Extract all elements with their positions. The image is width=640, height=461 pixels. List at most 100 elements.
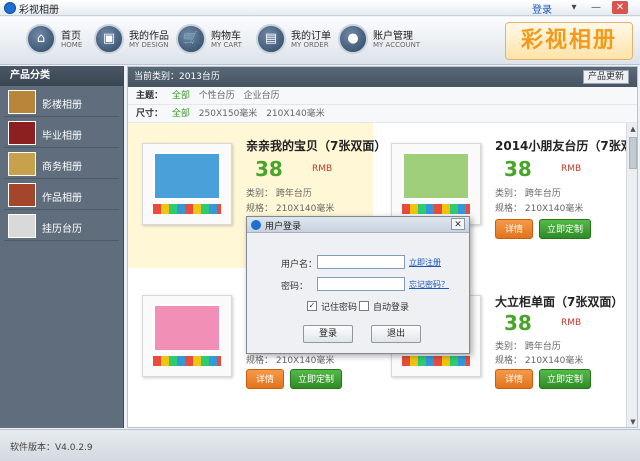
menu-dropdown-icon[interactable]: ▾ (566, 1, 582, 14)
brand-logo: 彩视相册 (505, 22, 633, 60)
sidebar-item-calendar[interactable]: 挂历台历 (4, 211, 119, 241)
vertical-scrollbar[interactable]: ▲ ▼ (626, 123, 637, 427)
calendar-strip (402, 356, 470, 366)
sidebar-item-label: 影楼相册 (42, 100, 82, 111)
password-label: 密码： (281, 282, 309, 292)
status-bar: 软件版本：V4.0.2.9 (0, 429, 640, 461)
filter-option[interactable]: 个性台历 (199, 91, 235, 101)
product-spec: 规格： 210X140毫米 (246, 204, 335, 214)
remember-password-checkbox[interactable]: ✓ (307, 301, 317, 311)
theme-filter: 主题： 全部 个性台历 企业台历 (128, 87, 637, 105)
product-image[interactable] (142, 143, 232, 225)
detail-button[interactable]: 详情 (246, 369, 284, 389)
price-unit: RMB (312, 164, 333, 174)
username-input[interactable] (317, 255, 405, 269)
calendar-strip (153, 204, 221, 214)
product-update-button[interactable]: 产品更新 (582, 70, 629, 84)
product-price: 38 (504, 157, 532, 181)
scroll-down-icon[interactable]: ▼ (627, 416, 637, 427)
nav-label: 购物车 (211, 31, 241, 42)
detail-button[interactable]: 详情 (495, 369, 533, 389)
dialog-title: 用户登录 (265, 222, 302, 232)
exit-button[interactable]: 退出 (371, 325, 421, 343)
product-category: 类别： 跨年台历 (246, 189, 312, 199)
product-spec: 规格： 210X140毫米 (495, 204, 584, 214)
filter-option[interactable]: 250X150毫米 (199, 109, 258, 119)
forgot-password-link[interactable]: 忘记密码？ (409, 279, 449, 290)
close-button[interactable]: ✕ (612, 1, 628, 14)
app-logo-icon (251, 220, 261, 230)
login-dialog: 用户登录 ✕ 用户名： 立即注册 密码： 忘记密码？ ✓ 记住密码 自动登录 登… (246, 216, 470, 354)
product-category: 类别： 跨年台历 (495, 189, 561, 199)
category-thumbnail (8, 152, 36, 176)
product-category: 类别： 跨年台历 (495, 342, 561, 352)
title-bar: 彩视相册 登录 ▾ — ✕ (0, 0, 640, 16)
login-button[interactable]: 登录 (303, 325, 353, 343)
password-input[interactable] (317, 277, 405, 291)
nav-sublabel: HOME (61, 41, 83, 49)
nav-label: 账户管理 (373, 31, 413, 42)
product-photo (402, 152, 470, 200)
filter-key: 尺寸： (136, 109, 164, 119)
sidebar-item-studio-album[interactable]: 影楼相册 (4, 87, 119, 117)
sidebar-item-label: 挂历台历 (42, 224, 82, 235)
customize-button[interactable]: 立即定制 (539, 369, 591, 389)
category-thumbnail (8, 214, 36, 238)
software-version: 软件版本：V4.0.2.9 (10, 443, 93, 453)
sidebar-heading: 产品分类 (0, 66, 123, 86)
category-thumbnail (8, 90, 36, 114)
order-icon: ▤ (256, 24, 286, 54)
size-filter: 尺寸： 全部 250X150毫米 210X140毫米 (128, 105, 637, 123)
product-photo (153, 304, 221, 352)
product-name[interactable]: 亲亲我的宝贝（7张双面） (246, 137, 386, 154)
product-name[interactable]: 大立柜单面（7张双面） (495, 293, 623, 310)
breadcrumb: 当前类别：2013台历 产品更新 (128, 67, 637, 87)
minimize-button[interactable]: — (588, 1, 604, 14)
window-title: 彩视相册 (19, 5, 59, 16)
customize-button[interactable]: 立即定制 (539, 219, 591, 239)
detail-button[interactable]: 详情 (495, 219, 533, 239)
sidebar-item-label: 作品相册 (42, 193, 82, 204)
register-link[interactable]: 立即注册 (409, 257, 441, 268)
auto-login-checkbox[interactable] (359, 301, 369, 311)
price-unit: RMB (561, 164, 582, 174)
login-link[interactable]: 登录 (532, 1, 552, 16)
filter-option-all[interactable]: 全部 (172, 91, 190, 101)
sidebar-item-portfolio-album[interactable]: 作品相册 (4, 180, 119, 210)
username-label: 用户名： (281, 260, 318, 270)
account-icon: ● (338, 24, 368, 54)
dialog-close-button[interactable]: ✕ (451, 218, 465, 230)
nav-sublabel: MY ACCOUNT (373, 41, 421, 49)
auto-login-label: 自动登录 (373, 303, 410, 313)
nav-sublabel: MY CART (211, 41, 242, 49)
nav-label: 首页 (61, 31, 81, 42)
home-icon: ⌂ (26, 24, 56, 54)
calendar-strip (402, 204, 470, 214)
product-name[interactable]: 2014小朋友台历（7张双 (495, 137, 633, 154)
scroll-thumb[interactable] (629, 137, 637, 169)
product-image[interactable] (142, 295, 232, 377)
calendar-strip (153, 356, 221, 366)
customize-button[interactable]: 立即定制 (290, 369, 342, 389)
category-thumbnail (8, 183, 36, 207)
dialog-title-bar[interactable]: 用户登录 ✕ (247, 217, 469, 233)
price-unit: RMB (561, 318, 582, 328)
sidebar-item-graduation-album[interactable]: 毕业相册 (4, 118, 119, 148)
filter-key: 主题： (136, 91, 164, 101)
product-spec: 规格： 210X140毫米 (495, 356, 584, 366)
filter-option[interactable]: 210X140毫米 (266, 109, 325, 119)
filter-option[interactable]: 企业台历 (244, 91, 280, 101)
scroll-up-icon[interactable]: ▲ (627, 123, 637, 135)
current-category: 当前类别：2013台历 (134, 72, 220, 82)
nav-label: 我的订单 (291, 31, 331, 42)
app-logo-icon (4, 2, 16, 14)
product-photo (153, 152, 221, 200)
nav-label: 我的作品 (129, 31, 169, 42)
product-price: 38 (504, 311, 532, 335)
filter-option-all[interactable]: 全部 (172, 109, 190, 119)
product-image[interactable] (391, 143, 481, 225)
sidebar-item-business-album[interactable]: 商务相册 (4, 149, 119, 179)
design-icon: ▣ (94, 24, 124, 54)
product-spec: 规格： 210X140毫米 (246, 356, 335, 366)
product-price: 38 (255, 157, 283, 181)
